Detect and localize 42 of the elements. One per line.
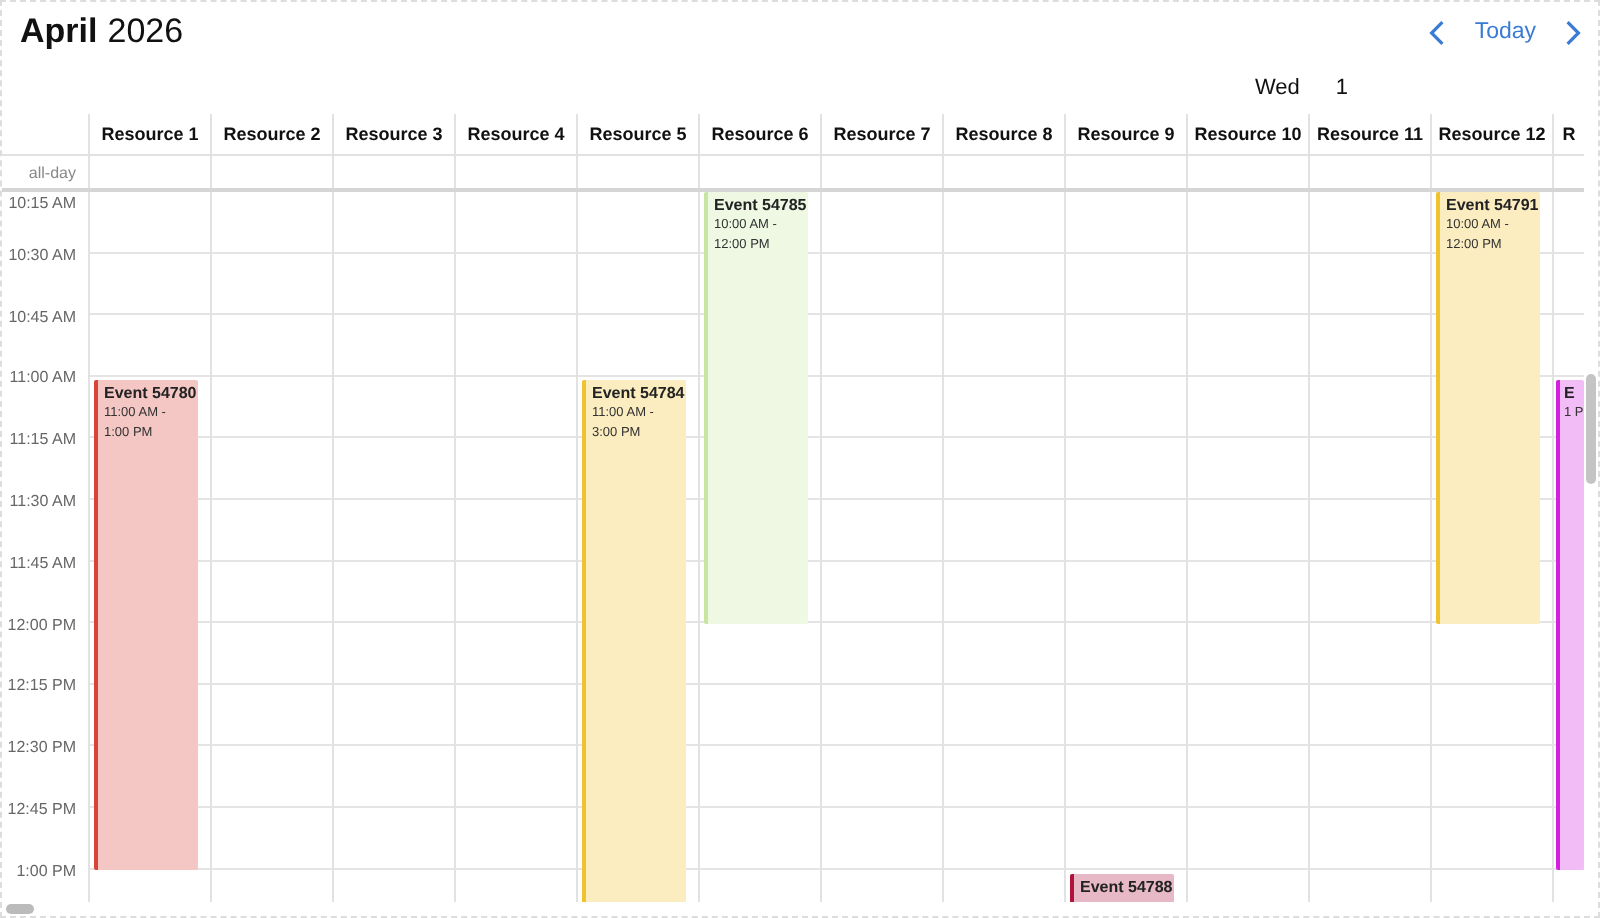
time-label: 11:00 AM — [9, 368, 76, 387]
resource-header: Resource 12 — [1438, 124, 1546, 144]
resource-header: Resource 5 — [589, 124, 687, 144]
event-title: Event 54784 — [592, 384, 685, 402]
time-label: 11:45 AM — [9, 553, 76, 572]
event-title: E — [1564, 384, 1575, 402]
previous-icon[interactable] — [1428, 19, 1447, 45]
resource-header: Resource 11 — [1316, 124, 1424, 144]
time-label: 12:15 PM — [7, 676, 76, 695]
resource-header: Resource 7 — [833, 124, 931, 144]
time-label: 10:45 AM — [8, 307, 76, 326]
time-label: 10:30 AM — [8, 245, 76, 264]
event-title: Event 54785 — [714, 196, 807, 214]
time-label: 12:30 PM — [7, 738, 76, 757]
resource-header: Resource 4 — [467, 124, 565, 144]
resource-header: Resource 6 — [711, 124, 809, 144]
resource-header: Resource 8 — [955, 124, 1053, 144]
time-label: 11:15 AM — [9, 430, 76, 449]
event-title: Event 54791 — [1446, 196, 1539, 214]
resource-header: R — [1562, 124, 1576, 144]
today-button[interactable]: Today — [1474, 20, 1536, 44]
event-title: Event 54780 — [104, 384, 197, 402]
month-title: April — [20, 12, 98, 52]
all-day-label: all-day — [28, 163, 76, 181]
time-label: 10:15 AM — [8, 194, 76, 212]
resource-header: Resource 9 — [1077, 124, 1175, 144]
event-title: Event 54788 — [1080, 878, 1173, 896]
resource-header: Resource 10 — [1194, 124, 1302, 144]
resource-header: Resource 2 — [223, 124, 321, 144]
horizontal-scrollbar[interactable] — [6, 904, 34, 914]
time-label: 12:00 PM — [7, 615, 76, 634]
time-label: 1:00 PM — [16, 861, 76, 880]
day-weekday: Wed — [1254, 76, 1300, 100]
time-label: 11:30 AM — [9, 491, 76, 510]
vertical-scrollbar[interactable] — [1586, 374, 1596, 484]
resource-header: Resource 1 — [101, 124, 199, 144]
time-label: 12:45 PM — [7, 799, 76, 818]
next-icon[interactable] — [1564, 19, 1582, 45]
day-date: 1 — [1335, 76, 1348, 100]
resource-header: Resource 3 — [345, 124, 443, 144]
event-block[interactable]: Event 54788 — [1070, 874, 1174, 902]
year-title: 2026 — [107, 12, 184, 52]
